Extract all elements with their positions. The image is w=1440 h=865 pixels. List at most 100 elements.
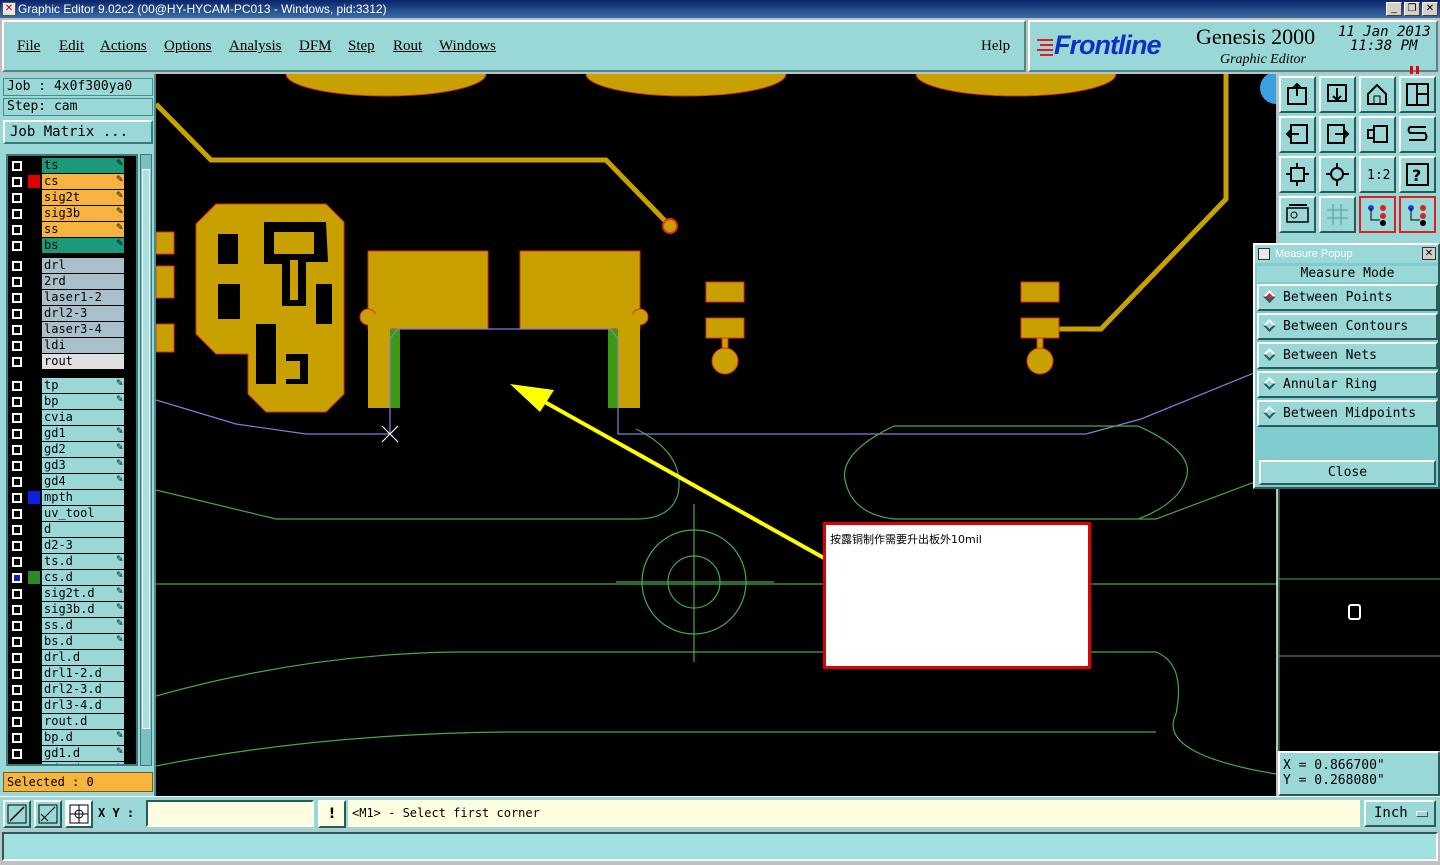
layer-row[interactable]: sig3b ✎: [8, 206, 136, 221]
layer-checkbox[interactable]: [12, 241, 22, 251]
layer-row[interactable]: ss ✎: [8, 222, 136, 237]
layer-name[interactable]: ts.d: [42, 554, 124, 569]
layer-color-swatch[interactable]: [28, 603, 40, 616]
layer-name[interactable]: sig2t: [42, 190, 124, 205]
layer-name[interactable]: gd1.d: [42, 746, 124, 761]
layer-name[interactable]: cvia: [42, 410, 124, 425]
annotation-note[interactable]: 按露铜制作需要升出板外10mil: [823, 522, 1091, 669]
layer-row[interactable]: drl2-3: [8, 306, 136, 321]
layer-checkbox[interactable]: [12, 541, 22, 551]
layer-checkbox[interactable]: [12, 477, 22, 487]
layer-checkbox[interactable]: [12, 653, 22, 663]
minimize-button[interactable]: _: [1386, 2, 1402, 16]
zoom-fit-tool[interactable]: [1279, 156, 1316, 193]
menu-options[interactable]: Options: [164, 38, 212, 55]
layer-row[interactable]: tp ✎: [8, 378, 136, 393]
layer-row[interactable]: 2rd: [8, 274, 136, 289]
graphic-canvas[interactable]: [156, 74, 1276, 796]
layer-name[interactable]: bs: [42, 238, 124, 253]
layer-checkbox[interactable]: [12, 669, 22, 679]
layer-color-swatch[interactable]: [28, 427, 40, 440]
layer-name[interactable]: sig3b.d: [42, 602, 124, 617]
grid-tool[interactable]: [1319, 196, 1356, 233]
measure-tool[interactable]: [34, 800, 62, 828]
layer-name[interactable]: rout: [42, 354, 124, 369]
layer-color-swatch[interactable]: [28, 747, 40, 760]
layer-color-swatch[interactable]: [28, 207, 40, 220]
layer-color-swatch[interactable]: [28, 307, 40, 320]
layer-color-swatch[interactable]: [28, 651, 40, 664]
option-between-midpoints[interactable]: Between Midpoints: [1257, 400, 1438, 427]
layer-row[interactable]: drl3-4.d: [8, 698, 136, 713]
layer-color-swatch[interactable]: [28, 443, 40, 456]
layer-checkbox[interactable]: [12, 309, 22, 319]
layer-name[interactable]: drl3-4.d: [42, 698, 124, 713]
layer-row[interactable]: cs.d ✎⊞: [8, 570, 136, 585]
layer-checkbox[interactable]: [12, 397, 22, 407]
layer-checkbox[interactable]: [12, 261, 22, 271]
layer-name[interactable]: ldi: [42, 338, 124, 353]
close-button[interactable]: Close: [1259, 460, 1436, 485]
layer-row[interactable]: rout.d: [8, 714, 136, 729]
pan-down-tool[interactable]: [1319, 76, 1356, 113]
layer-color-swatch[interactable]: [28, 507, 40, 520]
layer-name[interactable]: drl: [42, 258, 124, 273]
layer-color-swatch[interactable]: [28, 355, 40, 368]
layer-name[interactable]: cs: [42, 174, 124, 189]
layer-color-swatch[interactable]: [28, 275, 40, 288]
layer-color-swatch[interactable]: [28, 731, 40, 744]
layer-color-swatch[interactable]: [28, 555, 40, 568]
layer-scrollbar[interactable]: [140, 154, 152, 766]
layer-color-swatch[interactable]: [28, 323, 40, 336]
layer-name[interactable]: gd2.d: [42, 762, 124, 764]
layer-checkbox[interactable]: [12, 161, 22, 171]
layer-name[interactable]: d: [42, 522, 124, 537]
xy-input[interactable]: [146, 800, 314, 827]
layer-checkbox[interactable]: [12, 177, 22, 187]
layer-name[interactable]: sig2t.d: [42, 586, 124, 601]
layer-name[interactable]: drl2-3.d: [42, 682, 124, 697]
layer-row[interactable]: uv_tool: [8, 506, 136, 521]
layer-checkbox[interactable]: [12, 461, 22, 471]
layer-color-swatch[interactable]: [28, 223, 40, 236]
option-between-nets[interactable]: Between Nets: [1257, 342, 1438, 369]
layer-checkbox[interactable]: [12, 445, 22, 455]
layer-name[interactable]: 2rd: [42, 274, 124, 289]
layer-row[interactable]: cvia: [8, 410, 136, 425]
layer-color-swatch[interactable]: [28, 699, 40, 712]
layer-color-swatch[interactable]: [28, 159, 40, 172]
menu-step[interactable]: Step: [348, 38, 375, 55]
layer-checkbox[interactable]: [12, 701, 22, 711]
layer-checkbox[interactable]: [12, 717, 22, 727]
measure-popup-titlebar[interactable]: Measure Popup ✕: [1255, 245, 1438, 263]
layer-row[interactable]: bs.d ✎: [8, 634, 136, 649]
layer-checkbox[interactable]: [12, 277, 22, 287]
layer-name[interactable]: cs.d: [42, 570, 124, 585]
close-popup-icon[interactable]: ✕: [1422, 247, 1436, 260]
layer-row[interactable]: gd3 ✎: [8, 458, 136, 473]
layer-color-swatch[interactable]: [28, 175, 40, 188]
layer-color-swatch[interactable]: [28, 239, 40, 252]
pan-right-tool[interactable]: [1319, 116, 1356, 153]
layer-row[interactable]: sig3b.d ✎: [8, 602, 136, 617]
layer-checkbox[interactable]: [12, 525, 22, 535]
layer-name[interactable]: drl.d: [42, 650, 124, 665]
layer-row[interactable]: drl: [8, 258, 136, 273]
layer-row[interactable]: ldi: [8, 338, 136, 353]
layer-name[interactable]: bp.d: [42, 730, 124, 745]
layer-row[interactable]: drl.d: [8, 650, 136, 665]
layer-name[interactable]: gd2: [42, 442, 124, 457]
layer-name[interactable]: tp: [42, 378, 124, 393]
layer-name[interactable]: drl1-2.d: [42, 666, 124, 681]
layer-color-swatch[interactable]: [28, 291, 40, 304]
layer-row[interactable]: sig2t.d ✎: [8, 586, 136, 601]
layer-checkbox[interactable]: [12, 685, 22, 695]
layer-checkbox[interactable]: [12, 193, 22, 203]
layer-checkbox[interactable]: [12, 357, 22, 367]
menu-rout[interactable]: Rout: [393, 38, 422, 55]
layer-row[interactable]: d: [8, 522, 136, 537]
layer-row[interactable]: gd2.d✎: [8, 762, 136, 764]
layer-checkbox[interactable]: [12, 293, 22, 303]
grid-snap-tool[interactable]: [65, 800, 93, 828]
layer-row[interactable]: sig2t ✎: [8, 190, 136, 205]
